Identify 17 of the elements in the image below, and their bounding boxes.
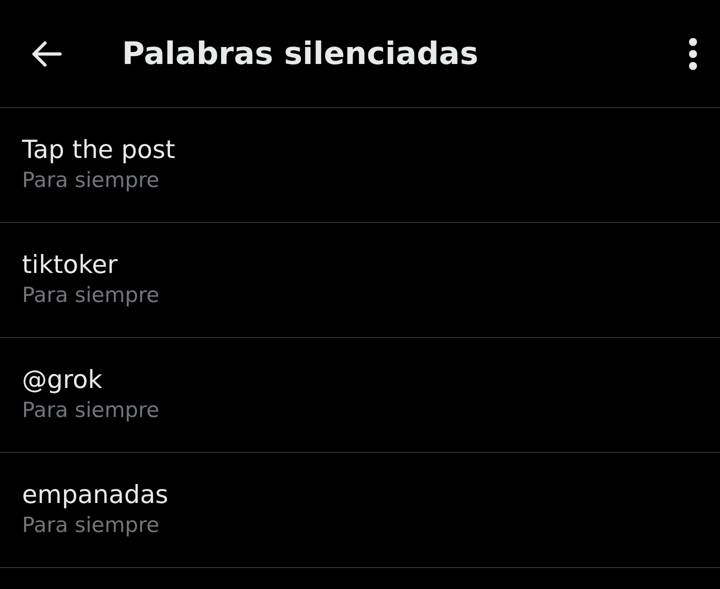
muted-word: tiktoker [22,250,119,278]
mute-duration: Para siempre [22,512,160,536]
mute-duration: Para siempre [22,398,160,422]
back-arrow-icon [30,40,62,68]
vertical-dots-icon [688,36,698,70]
muted-word: Tap the post [22,134,176,164]
more-options-button[interactable] [688,36,698,70]
back-button[interactable] [30,40,62,68]
muted-word-row[interactable]: tiktoker Para siempre [0,223,720,338]
page-title: Palabras silenciadas [122,36,480,72]
muted-word-row[interactable]: Tap the post Para siempre [0,108,720,223]
mute-duration: Para siempre [22,282,160,306]
muted-word-row[interactable]: @grok Para siempre [0,338,720,453]
muted-word: empanadas [22,480,170,508]
mute-duration: Para siempre [22,168,160,192]
muted-word: @grok [22,364,104,394]
muted-word-row[interactable]: empanadas Para siempre [0,453,720,568]
